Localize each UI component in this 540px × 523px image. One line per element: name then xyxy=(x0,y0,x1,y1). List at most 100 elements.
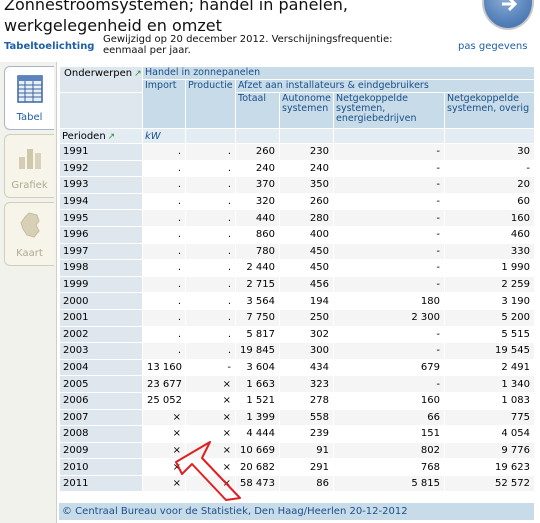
table-cell: . xyxy=(142,325,186,344)
table-cell: 86 xyxy=(279,474,334,493)
table-cell: . xyxy=(142,159,186,178)
table-explanation-link[interactable]: Tabeltoelichting xyxy=(4,41,94,52)
table-cell: 30 xyxy=(443,143,536,161)
grid-other-header: Netgekoppelde systemen, overig xyxy=(443,92,536,129)
table-cell: 2 715 xyxy=(235,275,280,294)
table-cell: 180 xyxy=(333,292,445,310)
table-cell: 350 xyxy=(279,176,334,194)
table-cell: 4 054 xyxy=(443,425,536,443)
table-cell: - xyxy=(333,209,445,227)
subjects-header[interactable]: Onderwerpen ↗ xyxy=(59,66,143,93)
periods-header[interactable]: Perioden ↗ xyxy=(59,128,143,144)
table-cell: 5 817 xyxy=(235,325,280,344)
table-cell: 450 xyxy=(279,259,334,277)
table-cell: . xyxy=(142,292,186,310)
tab-map[interactable]: Kaart xyxy=(4,202,54,266)
export-button[interactable] xyxy=(482,0,534,30)
table-cell: 230 xyxy=(279,143,334,161)
table-cell: . xyxy=(142,225,186,244)
table-cell: . xyxy=(185,342,236,360)
table-cell: × xyxy=(185,375,236,393)
table-cell: . xyxy=(185,275,236,294)
row-year: 2003 xyxy=(59,342,143,360)
table-cell: 780 xyxy=(235,242,280,261)
table-cell: 1 399 xyxy=(235,408,280,427)
table-cell: 19 845 xyxy=(235,342,280,360)
table-row: 2004 13 160-3 604 434 679 2 491 xyxy=(59,358,536,377)
table-cell: 302 xyxy=(279,325,334,344)
table-cell: 460 xyxy=(443,225,536,244)
table-cell: 802 xyxy=(333,441,445,460)
table-row: 2001.. 7 750 250 2 300 5 200 xyxy=(59,308,536,327)
table-cell: . xyxy=(185,143,236,161)
unit-label: kW xyxy=(142,128,186,144)
table-cell: . xyxy=(142,176,186,194)
table-cell: 5 815 xyxy=(333,474,445,493)
table-cell: . xyxy=(185,209,236,227)
table-cell: 280 xyxy=(279,209,334,227)
table-cell: 3 604 xyxy=(235,358,280,377)
table-cell: - xyxy=(333,259,445,277)
table-cell: . xyxy=(185,292,236,310)
table-row: 2003.. 19 845 300-19 545 xyxy=(59,342,536,360)
row-year: 1996 xyxy=(59,225,143,244)
table-cell: . xyxy=(185,192,236,211)
modified-note: Gewijzigd op 20 december 2012. Verschijn… xyxy=(103,34,393,56)
table-cell: . xyxy=(142,209,186,227)
table-row: 1994.. 320 260-60 xyxy=(59,192,536,211)
table-cell: 5 200 xyxy=(443,308,536,327)
table-cell: 3 190 xyxy=(443,292,536,310)
table-cell: 1 663 xyxy=(235,375,280,393)
row-year: 2002 xyxy=(59,325,143,344)
total-header: Totaal xyxy=(235,92,280,129)
table-row: 2008 × × 4 444 239 151 4 054 xyxy=(59,425,536,443)
tab-table[interactable]: Tabel xyxy=(4,66,54,130)
tab-table-label: Tabel xyxy=(16,112,43,123)
row-year: 2009 xyxy=(59,441,143,460)
annotation-arrow-icon xyxy=(175,441,241,501)
table-cell: . xyxy=(142,308,186,327)
table-cell: - xyxy=(185,358,236,377)
autonomous-header: Autonome systemen xyxy=(279,92,334,129)
row-year: 2001 xyxy=(59,308,143,327)
map-icon xyxy=(20,212,40,238)
table-cell: . xyxy=(142,342,186,360)
tab-map-label: Kaart xyxy=(16,248,43,259)
table-cell: 160 xyxy=(443,209,536,227)
adjust-data-link[interactable]: pas gegevens xyxy=(458,41,527,52)
table-cell: 2 300 xyxy=(333,308,445,327)
table-cell: - xyxy=(333,275,445,294)
table-cell: - xyxy=(333,192,445,211)
table-cell: 1 083 xyxy=(443,391,536,410)
table-row: 1992.. 240 240- - xyxy=(59,159,536,178)
table-cell: - xyxy=(333,342,445,360)
table-row: 2009 × × 10 669 91 802 9 776 xyxy=(59,441,536,460)
table-cell: 2 259 xyxy=(443,275,536,294)
table-cell: 239 xyxy=(279,425,334,443)
table-cell: 20 xyxy=(443,176,536,194)
table-row: 2006 25 052 × 1 521 278 160 1 083 xyxy=(59,391,536,410)
table-cell: 23 677 xyxy=(142,375,186,393)
table-cell: 160 xyxy=(333,391,445,410)
table-cell: 370 xyxy=(235,176,280,194)
chart-icon xyxy=(19,149,41,169)
table-cell: 240 xyxy=(235,159,280,178)
table-cell: 7 750 xyxy=(235,308,280,327)
table-row: 1998.. 2 440 450-1 990 xyxy=(59,259,536,277)
row-year: 1991 xyxy=(59,143,143,161)
production-header: Productie xyxy=(185,79,236,129)
table-cell: 5 515 xyxy=(443,325,536,344)
table-cell: 52 572 xyxy=(443,474,536,493)
tab-chart[interactable]: Grafiek xyxy=(4,134,54,198)
table-row: 2005 23 677 × 1 663 323-1 340 xyxy=(59,375,536,393)
table-row: 1995.. 440 280-160 xyxy=(59,209,536,227)
table-row: 1996.. 860 400-460 xyxy=(59,225,536,244)
arrow-icon xyxy=(502,0,518,12)
table-cell: 400 xyxy=(279,225,334,244)
table-cell: 450 xyxy=(279,242,334,261)
row-year: 2006 xyxy=(59,391,143,410)
table-cell: 320 xyxy=(235,192,280,211)
table-cell: 775 xyxy=(443,408,536,427)
table-cell: 260 xyxy=(235,143,280,161)
table-row: 1997.. 780 450-330 xyxy=(59,242,536,261)
